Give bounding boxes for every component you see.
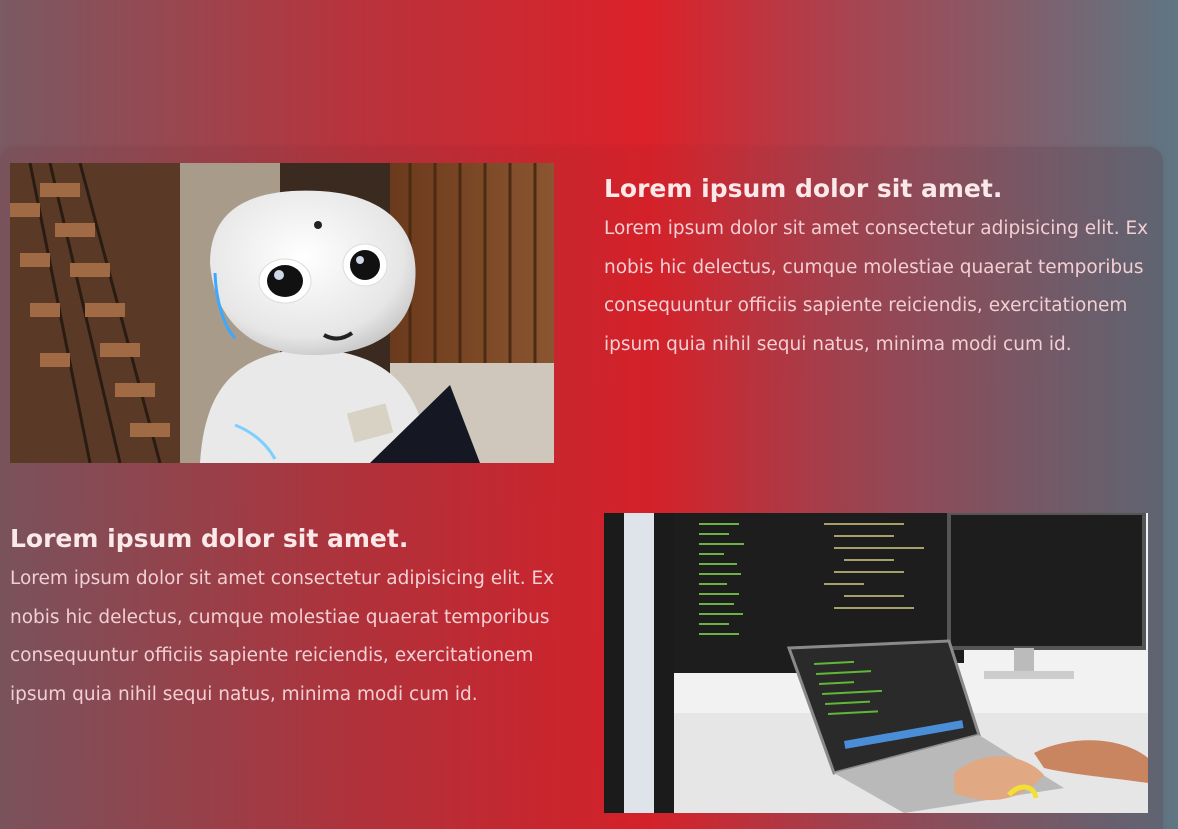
robot-image [10, 163, 554, 463]
section-1-text: Lorem ipsum dolor sit amet. Lorem ipsum … [604, 174, 1149, 364]
section-2-heading: Lorem ipsum dolor sit amet. [10, 524, 409, 553]
section-2-body: Lorem ipsum dolor sit amet consectetur a… [10, 568, 555, 705]
section-1-heading: Lorem ipsum dolor sit amet. [604, 174, 1003, 203]
section-1-body: Lorem ipsum dolor sit amet consectetur a… [604, 218, 1149, 355]
laptop-code-image [604, 513, 1148, 813]
section-2-text: Lorem ipsum dolor sit amet. Lorem ipsum … [10, 524, 555, 714]
